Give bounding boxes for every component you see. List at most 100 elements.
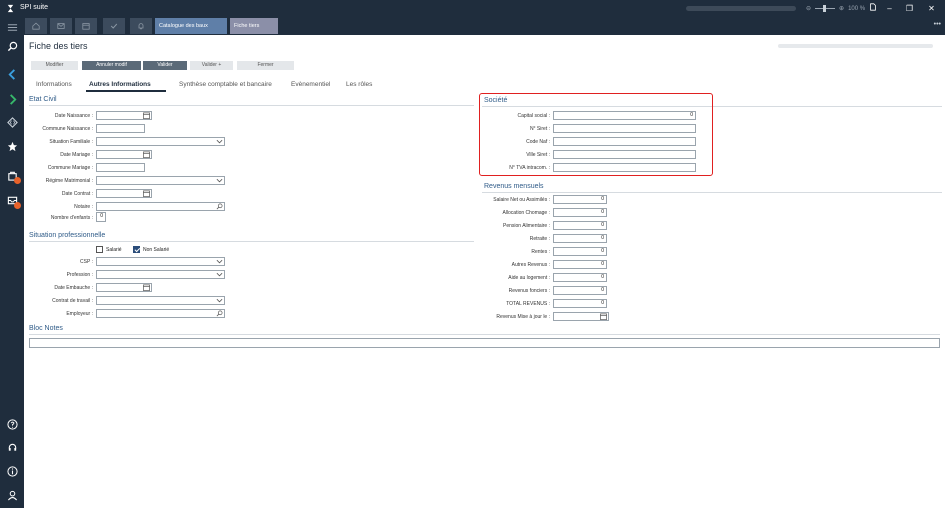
home-icon[interactable] bbox=[25, 18, 47, 34]
tab-fiche-tiers[interactable]: Fiche tiers bbox=[230, 18, 278, 34]
notaire-field[interactable] bbox=[96, 202, 225, 211]
mail-icon[interactable] bbox=[50, 18, 72, 34]
search-icon[interactable] bbox=[5, 39, 19, 53]
active-tab-indicator bbox=[86, 90, 166, 92]
section-divider bbox=[29, 241, 474, 242]
situation-familiale-select[interactable] bbox=[96, 137, 225, 146]
main-content: Fiche des tiers Modifier Annuler modif V… bbox=[24, 35, 945, 508]
zoom-level: 100 % bbox=[848, 5, 866, 12]
section-divider bbox=[29, 105, 474, 106]
calendar-icon[interactable] bbox=[599, 312, 608, 321]
annuler-modif-button[interactable]: Annuler modif bbox=[82, 61, 141, 70]
section-divider bbox=[482, 192, 942, 193]
commune-mariage-field[interactable] bbox=[96, 163, 145, 172]
profession-select[interactable] bbox=[96, 270, 225, 279]
revenu-label: Aide au logement : bbox=[508, 275, 550, 281]
revenu-label: Pension Alimentaire : bbox=[503, 223, 550, 229]
situation-familiale-label: Situation Familiale : bbox=[49, 139, 93, 145]
close-icon[interactable]: ✕ bbox=[926, 3, 937, 14]
non-salarie-label: Non Salarié bbox=[143, 247, 170, 253]
zoom-in-icon[interactable]: ⊕ bbox=[839, 5, 844, 12]
diamond-nav-icon[interactable] bbox=[5, 115, 19, 129]
csp-label: CSP : bbox=[80, 259, 93, 265]
commune-naissance-field[interactable] bbox=[96, 124, 145, 133]
calendar-icon[interactable] bbox=[142, 189, 151, 198]
support-headset-icon[interactable] bbox=[5, 440, 19, 454]
modifier-button[interactable]: Modifier bbox=[31, 61, 78, 70]
retraite-field[interactable]: 0 bbox=[553, 234, 607, 243]
fermer-button[interactable]: Fermer bbox=[237, 61, 294, 70]
autres-revenus-field[interactable]: 0 bbox=[553, 260, 607, 269]
date-embauche-label: Date Embauche : bbox=[54, 285, 93, 291]
nombre-enfants-field[interactable]: 0 bbox=[96, 212, 106, 222]
valider-button[interactable]: Valider bbox=[143, 61, 187, 70]
csp-select[interactable] bbox=[96, 257, 225, 266]
tab-evenementiel[interactable]: Evènementiel bbox=[291, 81, 330, 88]
page-title: Fiche des tiers bbox=[29, 41, 88, 51]
regime-matrimonial-select[interactable] bbox=[96, 176, 225, 185]
allocation-chomage-field[interactable]: 0 bbox=[553, 208, 607, 217]
bloc-notes-textarea[interactable] bbox=[29, 338, 940, 348]
total-revenus-field[interactable]: 0 bbox=[553, 299, 607, 308]
situation-pro-title: Situation professionnelle bbox=[29, 232, 106, 239]
chevron-down-icon[interactable] bbox=[215, 296, 224, 305]
calendar-icon[interactable] bbox=[75, 18, 97, 34]
date-mariage-label: Date Mariage : bbox=[60, 152, 93, 158]
calendar-icon[interactable] bbox=[142, 111, 151, 120]
user-icon[interactable] bbox=[5, 488, 19, 502]
pension-alimentaire-field[interactable]: 0 bbox=[553, 221, 607, 230]
search-icon[interactable] bbox=[215, 309, 224, 318]
help-icon[interactable] bbox=[5, 417, 19, 431]
section-divider bbox=[29, 334, 940, 335]
zoom-slider[interactable] bbox=[815, 5, 836, 12]
salarie-checkbox[interactable] bbox=[96, 246, 103, 253]
check-icon[interactable] bbox=[103, 18, 125, 34]
revenu-label: TOTAL REVENUS : bbox=[506, 301, 550, 307]
blurred-record-info bbox=[778, 44, 933, 48]
employeur-field[interactable] bbox=[96, 309, 225, 318]
bell-icon[interactable] bbox=[130, 18, 152, 34]
tab-synthese-comptable[interactable]: Synthèse comptable et bancaire bbox=[179, 81, 272, 88]
title-bar: SPI suite ⊖ ⊕ 100 % – ❐ ✕ bbox=[0, 0, 945, 17]
zoom-out-icon[interactable]: ⊖ bbox=[806, 5, 811, 12]
menu-icon[interactable] bbox=[5, 20, 19, 34]
tab-les-roles[interactable]: Les rôles bbox=[346, 81, 372, 88]
back-chevron-icon[interactable] bbox=[5, 67, 19, 81]
aide-logement-field[interactable]: 0 bbox=[553, 273, 607, 282]
zoom-slider-thumb[interactable] bbox=[823, 5, 827, 12]
star-icon[interactable] bbox=[5, 139, 19, 153]
zoom-control[interactable]: ⊖ ⊕ 100 % bbox=[806, 3, 865, 14]
non-salarie-checkbox[interactable] bbox=[133, 246, 140, 253]
revenu-label: Revenus fonciers : bbox=[508, 288, 550, 294]
contrat-travail-select[interactable] bbox=[96, 296, 225, 305]
salaire-net-field[interactable]: 0 bbox=[553, 195, 607, 204]
rentes-field[interactable]: 0 bbox=[553, 247, 607, 256]
tab-autres-informations[interactable]: Autres Informations bbox=[89, 81, 151, 88]
blurred-user-info bbox=[686, 6, 796, 11]
app-logo-icon bbox=[7, 4, 14, 13]
valider-plus-button[interactable]: Valider + bbox=[190, 61, 233, 70]
revenus-fonciers-field[interactable]: 0 bbox=[553, 286, 607, 295]
tab-informations[interactable]: Informations bbox=[36, 81, 72, 88]
revenu-label: Autres Revenus : bbox=[511, 262, 550, 268]
document-icon[interactable] bbox=[867, 3, 878, 14]
chevron-down-icon[interactable] bbox=[215, 270, 224, 279]
chevron-down-icon[interactable] bbox=[215, 176, 224, 185]
forward-chevron-icon[interactable] bbox=[5, 92, 19, 106]
tab-label: Catalogue des baux bbox=[159, 23, 208, 29]
info-icon[interactable] bbox=[5, 464, 19, 478]
bag-icon[interactable] bbox=[5, 168, 21, 184]
search-icon[interactable] bbox=[215, 202, 224, 211]
notification-badge bbox=[14, 177, 21, 184]
highlight-annotation bbox=[479, 93, 713, 176]
inbox-icon[interactable] bbox=[5, 193, 21, 209]
minimize-icon[interactable]: – bbox=[884, 3, 895, 14]
notification-badge bbox=[14, 202, 21, 209]
restore-icon[interactable]: ❐ bbox=[904, 3, 915, 14]
chevron-down-icon[interactable] bbox=[215, 137, 224, 146]
calendar-icon[interactable] bbox=[142, 283, 151, 292]
tab-catalogue-des-baux[interactable]: Catalogue des baux bbox=[155, 18, 227, 34]
more-options-icon[interactable]: ••• bbox=[934, 21, 941, 28]
calendar-icon[interactable] bbox=[142, 150, 151, 159]
chevron-down-icon[interactable] bbox=[215, 257, 224, 266]
